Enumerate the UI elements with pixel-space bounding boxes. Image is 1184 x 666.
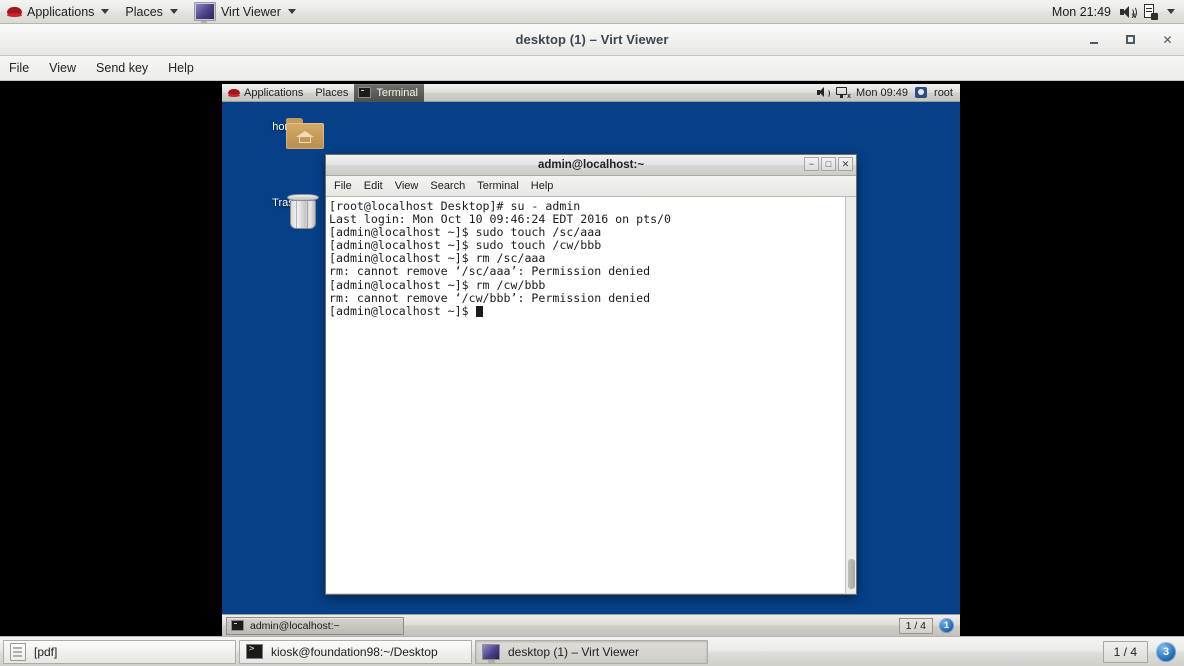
host-clock[interactable]: Mon 21:49 xyxy=(1052,5,1111,19)
guest-workspace-label: 1 / 4 xyxy=(898,617,933,634)
guest-menu-places[interactable]: Places xyxy=(309,84,354,102)
host-workspace-number: 3 xyxy=(1156,641,1176,662)
menu-view[interactable]: View xyxy=(39,56,86,81)
chevron-down-icon[interactable] xyxy=(1167,9,1175,14)
desktop-icon-home[interactable]: home xyxy=(254,118,324,149)
pdf-icon xyxy=(10,642,26,661)
terminal-title: admin@localhost:~ xyxy=(537,159,645,171)
terminal-menu-terminal[interactable]: Terminal xyxy=(471,176,525,196)
guest-taskbar-item-terminal[interactable]: admin@localhost:~ xyxy=(226,616,404,635)
terminal-menu-search[interactable]: Search xyxy=(424,176,471,196)
guest-window-list-terminal-label: Terminal xyxy=(376,86,418,99)
user-icon xyxy=(915,87,928,98)
guest-workspace-indicator[interactable]: 1 / 4 1 xyxy=(898,617,960,634)
menu-send-key[interactable]: Send key xyxy=(86,56,158,81)
host-taskbar-item-virt-viewer[interactable]: desktop (1) – Virt Viewer xyxy=(475,639,708,664)
host-menu-places-label: Places xyxy=(125,4,163,19)
redhat-logo-icon xyxy=(7,5,22,18)
terminal-menu-file[interactable]: File xyxy=(326,176,358,196)
terminal-menu-help[interactable]: Help xyxy=(525,176,560,196)
virt-viewer-icon xyxy=(482,643,500,663)
terminal-window[interactable]: admin@localhost:~ − □ ✕ File Edit View S… xyxy=(325,154,857,595)
terminal-prompt: [admin@localhost ~]$ xyxy=(329,303,476,318)
terminal-titlebar[interactable]: admin@localhost:~ − □ ✕ xyxy=(326,155,856,176)
guest-menu-applications-label: Applications xyxy=(244,86,304,99)
speaker-muted-icon[interactable]: x xyxy=(1120,5,1137,19)
host-taskbar: [pdf] kiosk@foundation98:~/Desktop deskt… xyxy=(0,636,1184,666)
virt-viewer-titlebar[interactable]: desktop (1) – Virt Viewer ✕ xyxy=(0,24,1184,56)
minimize-button[interactable] xyxy=(1087,33,1100,46)
chevron-down-icon xyxy=(169,9,178,14)
host-menu-applications[interactable]: Applications xyxy=(0,0,117,24)
screen-root: Applications Places Virt Viewer Mon 21:4… xyxy=(0,0,1184,666)
terminal-close-button[interactable]: ✕ xyxy=(838,157,853,171)
host-menu-applications-label: Applications xyxy=(27,4,95,19)
guest-menu-places-label: Places xyxy=(315,86,349,99)
guest-taskbar-item-terminal-label: admin@localhost:~ xyxy=(250,619,340,632)
guest-workspace-number: 1 xyxy=(939,618,954,633)
terminal-icon xyxy=(246,644,263,659)
terminal-icon xyxy=(358,87,372,98)
host-menu-places[interactable]: Places xyxy=(117,0,186,24)
terminal-scrollbar-thumb[interactable] xyxy=(848,559,855,589)
host-menu-virt-viewer[interactable]: Virt Viewer xyxy=(186,0,304,24)
virt-viewer-window-controls: ✕ xyxy=(1087,24,1174,55)
terminal-scrollbar[interactable] xyxy=(845,197,856,593)
guest-user-label[interactable]: root xyxy=(934,87,953,99)
host-workspace-label: 1 / 4 xyxy=(1102,640,1148,663)
menu-help[interactable]: Help xyxy=(158,56,204,81)
terminal-cursor xyxy=(475,305,483,317)
network-disconnected-icon[interactable]: x xyxy=(836,87,851,100)
guest-taskbar: admin@localhost:~ 1 / 4 1 xyxy=(222,614,960,636)
close-button[interactable]: ✕ xyxy=(1161,33,1174,46)
document-badge-icon[interactable] xyxy=(1144,4,1158,20)
chevron-down-icon xyxy=(101,9,110,14)
host-taskbar-item-pdf[interactable]: [pdf] xyxy=(3,639,236,664)
host-menu-virt-viewer-label: Virt Viewer xyxy=(220,4,281,19)
terminal-menu-edit[interactable]: Edit xyxy=(358,176,389,196)
terminal-window-controls: − □ ✕ xyxy=(804,157,853,171)
host-taskbar-item-virt-viewer-label: desktop (1) – Virt Viewer xyxy=(508,644,639,659)
maximize-button[interactable] xyxy=(1124,33,1137,46)
host-panel-status-area: Mon 21:49 x xyxy=(1052,4,1184,20)
guest-panel-status-area: x Mon 09:49 root xyxy=(817,87,960,100)
desktop-icon-trash[interactable]: Trash xyxy=(254,194,319,229)
host-taskbar-item-pdf-label: [pdf] xyxy=(34,644,58,659)
host-top-panel: Applications Places Virt Viewer Mon 21:4… xyxy=(0,0,1184,24)
redhat-logo-icon xyxy=(228,88,240,98)
guest-window-list-terminal[interactable]: Terminal xyxy=(354,84,424,102)
terminal-output-area[interactable]: [root@localhost Desktop]# su - admin Las… xyxy=(326,197,856,593)
chevron-down-icon xyxy=(287,9,296,14)
terminal-menubar: File Edit View Search Terminal Help xyxy=(326,176,856,197)
terminal-menu-view[interactable]: View xyxy=(389,176,425,196)
menu-file[interactable]: File xyxy=(0,56,39,81)
guest-menu-applications[interactable]: Applications xyxy=(222,84,309,102)
guest-clock[interactable]: Mon 09:49 xyxy=(856,87,908,99)
guest-top-panel: Applications Places Terminal x Mon 09:49… xyxy=(222,84,960,102)
guest-desktop[interactable]: Applications Places Terminal x Mon 09:49… xyxy=(222,84,960,636)
terminal-line: rm: cannot remove ‘/sc/aaa’: Permission … xyxy=(329,264,651,279)
letterbox-right xyxy=(960,82,1184,636)
terminal-prompt-line: [admin@localhost ~]$ xyxy=(329,303,856,318)
virt-viewer-icon xyxy=(193,2,216,24)
host-taskbar-item-kiosk-terminal-label: kiosk@foundation98:~/Desktop xyxy=(271,644,438,659)
terminal-icon xyxy=(231,620,244,631)
host-taskbar-item-kiosk-terminal[interactable]: kiosk@foundation98:~/Desktop xyxy=(239,639,472,664)
terminal-line: [admin@localhost ~]$ rm /cw/bbb xyxy=(329,277,546,292)
terminal-minimize-button[interactable]: − xyxy=(804,157,819,171)
terminal-maximize-button[interactable]: □ xyxy=(821,157,836,171)
letterbox-left xyxy=(0,82,222,636)
speaker-icon[interactable] xyxy=(817,87,831,98)
host-workspace-indicator[interactable]: 1 / 4 3 xyxy=(1102,640,1184,663)
virt-viewer-title: desktop (1) – Virt Viewer xyxy=(515,32,669,47)
virt-viewer-menubar: File View Send key Help xyxy=(0,56,1184,81)
